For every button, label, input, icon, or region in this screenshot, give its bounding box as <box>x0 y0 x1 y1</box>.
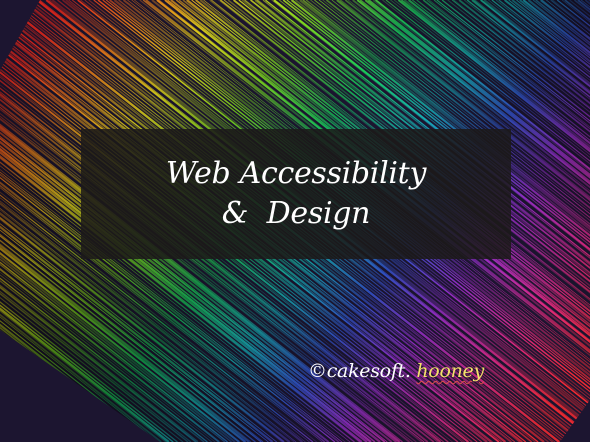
title-line-2: & Design <box>221 196 371 231</box>
title-line-1: Web Accessibility <box>165 156 427 191</box>
credit-text: ©cakesoft. hooney <box>308 360 484 382</box>
title-box: Web Accessibility & Design <box>81 129 511 259</box>
credit-prefix: ©cakesoft. <box>308 360 417 382</box>
credit-name: hooney <box>416 360 484 382</box>
presentation-slide: Web Accessibility & Design ©cakesoft. ho… <box>0 0 590 442</box>
